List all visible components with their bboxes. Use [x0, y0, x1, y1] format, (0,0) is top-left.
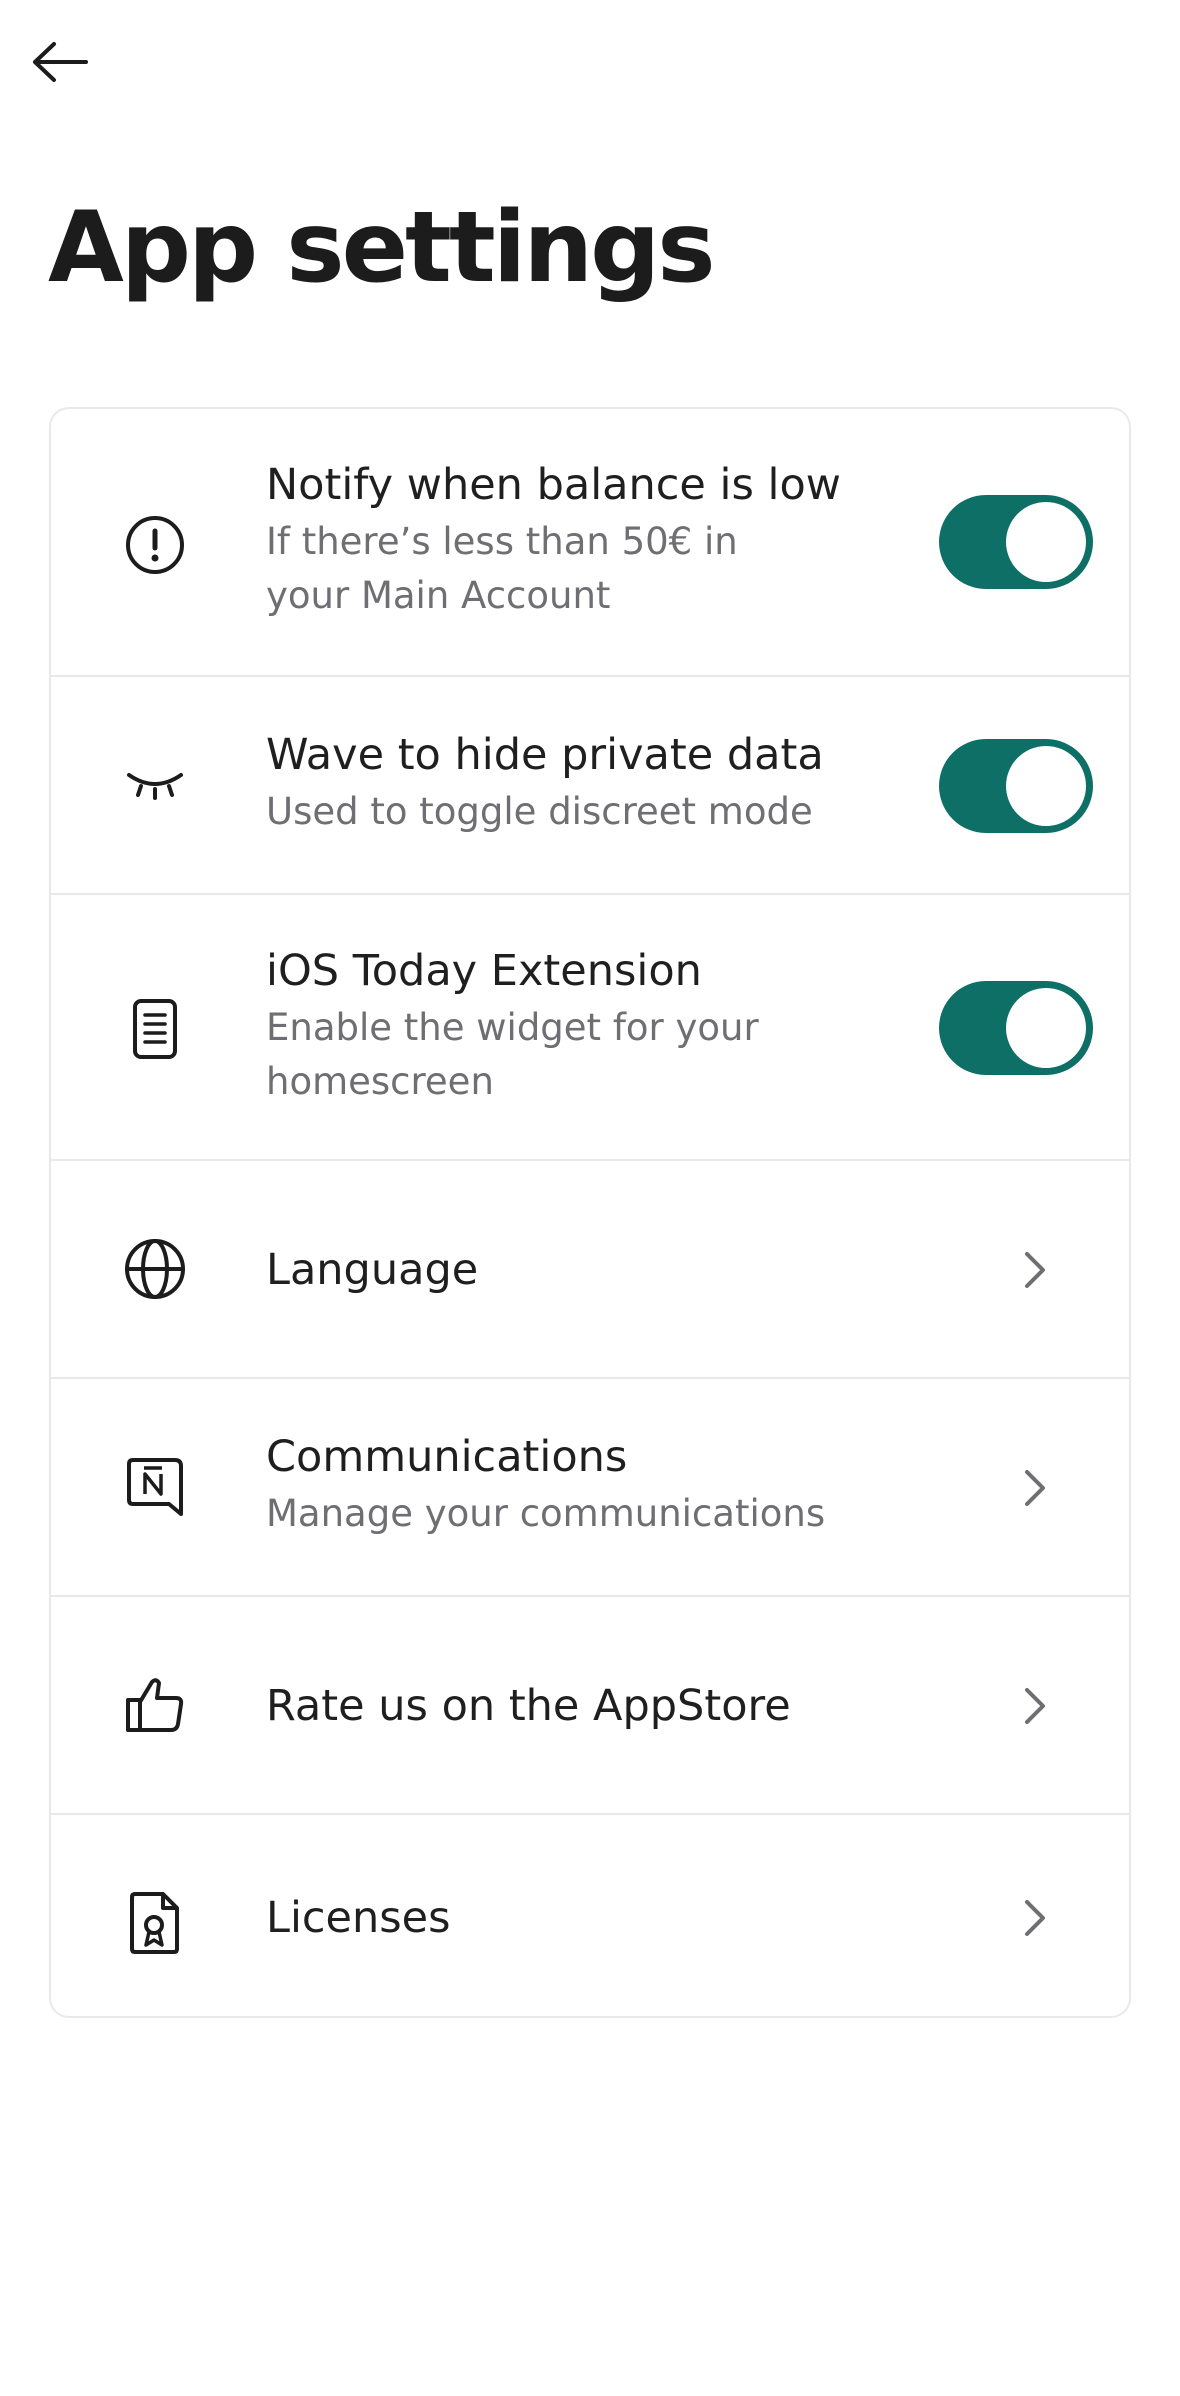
certificate-icon — [123, 1891, 187, 1955]
setting-title: Notify when balance is low — [266, 460, 841, 510]
globe-icon — [123, 1237, 187, 1301]
wave-hide-toggle[interactable] — [939, 739, 1093, 833]
thumbs-up-icon — [123, 1673, 187, 1737]
setting-title: Wave to hide private data — [266, 730, 824, 780]
closed-eye-icon — [123, 753, 187, 817]
setting-low-balance: Notify when balance is low If there’s le… — [51, 409, 1129, 675]
widget-document-icon — [123, 997, 187, 1061]
chevron-right-icon — [1011, 1894, 1059, 1942]
setting-title: Language — [266, 1245, 479, 1295]
setting-title: Rate us on the AppStore — [266, 1681, 791, 1731]
toggle-knob — [1006, 502, 1086, 582]
alert-circle-icon — [123, 513, 187, 577]
arrow-left-icon — [30, 40, 90, 84]
chevron-right-icon — [1011, 1464, 1059, 1512]
low-balance-toggle[interactable] — [939, 495, 1093, 589]
setting-communications[interactable]: Communications Manage your communication… — [51, 1377, 1129, 1595]
setting-title: Communications — [266, 1432, 628, 1482]
toggle-knob — [1006, 746, 1086, 826]
setting-title: iOS Today Extension — [266, 946, 702, 996]
setting-subtitle: If there’s less than 50€ in your Main Ac… — [266, 520, 738, 617]
toggle-knob — [1006, 988, 1086, 1068]
page-title: App settings — [48, 191, 716, 305]
settings-card: Notify when balance is low If there’s le… — [49, 407, 1131, 2018]
message-n-icon — [123, 1455, 187, 1519]
chevron-right-icon — [1011, 1246, 1059, 1294]
setting-rate[interactable]: Rate us on the AppStore — [51, 1595, 1129, 1813]
today-extension-toggle[interactable] — [939, 981, 1093, 1075]
setting-licenses[interactable]: Licenses — [51, 1813, 1129, 2016]
setting-today-extension: iOS Today Extension Enable the widget fo… — [51, 893, 1129, 1159]
setting-wave-hide: Wave to hide private data Used to toggle… — [51, 675, 1129, 893]
setting-subtitle: Enable the widget for your homescreen — [266, 1006, 759, 1103]
setting-language[interactable]: Language — [51, 1159, 1129, 1377]
back-button[interactable] — [28, 30, 92, 94]
chevron-right-icon — [1011, 1682, 1059, 1730]
setting-title: Licenses — [266, 1893, 451, 1943]
setting-subtitle: Used to toggle discreet mode — [266, 790, 813, 833]
setting-subtitle: Manage your communications — [266, 1492, 826, 1535]
